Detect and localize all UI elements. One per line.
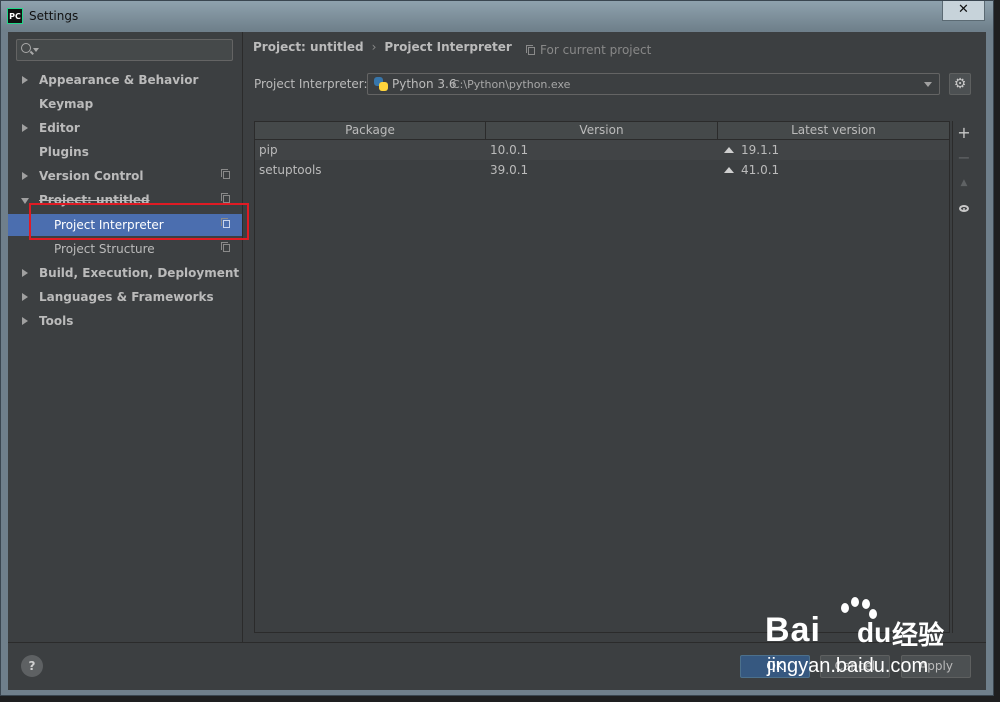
upgrade-available-icon: [724, 147, 734, 153]
expand-arrow-icon[interactable]: [22, 76, 28, 84]
sidebar-item-tools[interactable]: Tools: [8, 310, 242, 332]
project-scope-copy-icon: [221, 169, 230, 179]
sidebar-item-label: Build, Execution, Deployment: [39, 266, 240, 280]
show-early-releases-button[interactable]: [953, 199, 975, 219]
expand-arrow-icon[interactable]: [22, 269, 28, 277]
interpreter-path: C:\Python\python.exe: [452, 78, 571, 91]
sidebar-item-languages-frameworks[interactable]: Languages & Frameworks: [8, 286, 242, 308]
project-scope-copy-icon: [526, 45, 535, 55]
chevron-down-icon: [33, 48, 39, 52]
column-header-package[interactable]: Package: [255, 122, 486, 139]
sidebar-item-plugins[interactable]: Plugins: [8, 141, 242, 163]
remove-package-button[interactable]: −: [953, 148, 975, 168]
project-scope-copy-icon: [221, 193, 230, 203]
table-row[interactable]: setuptools 39.0.1 41.0.1: [255, 160, 949, 180]
interpreter-settings-button[interactable]: ⚙: [949, 73, 971, 95]
annotation-highlight-box: [29, 203, 249, 240]
package-name: setuptools: [259, 163, 322, 177]
search-input[interactable]: [16, 39, 233, 61]
plus-icon: +: [957, 123, 971, 142]
scope-note: For current project: [526, 43, 652, 57]
watermark-bai: Bai: [765, 611, 821, 649]
sidebar-item-label: Editor: [39, 121, 80, 135]
eye-icon: [959, 205, 969, 212]
watermark-url: jingyan.baidu.com: [767, 655, 929, 677]
sidebar-item-project-structure[interactable]: Project Structure: [8, 238, 242, 260]
sidebar-item-label: Keymap: [39, 97, 94, 111]
interpreter-select[interactable]: Python 3.6 C:\Python\python.exe: [367, 73, 940, 95]
close-button[interactable]: ✕: [942, 1, 985, 21]
breadcrumb-current: Project Interpreter: [384, 40, 512, 54]
upgrade-available-icon: [724, 167, 734, 173]
search-icon: [21, 43, 31, 53]
package-toolbar: + − ▲: [952, 121, 975, 633]
watermark-jingyan: 经验: [892, 620, 945, 650]
expand-arrow-icon[interactable]: [22, 317, 28, 325]
add-package-button[interactable]: +: [953, 123, 975, 143]
package-latest-version: 19.1.1: [724, 140, 779, 160]
expand-arrow-icon[interactable]: [22, 172, 28, 180]
sidebar-item-version-control[interactable]: Version Control: [8, 165, 242, 187]
pycharm-app-icon: PC: [7, 8, 23, 24]
column-header-version[interactable]: Version: [486, 122, 718, 139]
package-version: 10.0.1: [490, 143, 529, 157]
title-bar: PC Settings ✕: [1, 1, 993, 31]
breadcrumb: Project: untitled › Project Interpreter: [253, 40, 512, 54]
package-latest-version: 41.0.1: [724, 160, 779, 180]
sidebar-item-build-execution-deployment[interactable]: Build, Execution, Deployment: [8, 262, 242, 284]
scope-note-text: For current project: [540, 43, 652, 57]
upgrade-package-button[interactable]: ▲: [953, 173, 975, 193]
settings-content: Appearance & Behavior Keymap Editor Plug…: [8, 32, 986, 690]
window-title: Settings: [29, 9, 79, 23]
latest-version-value: 19.1.1: [741, 143, 780, 157]
sidebar-item-keymap[interactable]: Keymap: [8, 93, 242, 115]
sidebar-item-label: Plugins: [39, 145, 89, 159]
sidebar-item-appearance-behavior[interactable]: Appearance & Behavior: [8, 69, 242, 91]
watermark-du: du: [857, 617, 892, 648]
chevron-down-icon[interactable]: [924, 82, 932, 87]
baidu-jingyan-watermark: Bai du 经验 jingyan.baidu.com: [765, 595, 985, 685]
minus-icon: −: [957, 148, 971, 167]
python-icon: [374, 77, 388, 91]
sidebar-item-label: Version Control: [39, 169, 144, 183]
upgrade-arrow-icon: ▲: [960, 178, 968, 188]
packages-table: Package Version Latest version pip 10.0.…: [254, 121, 950, 633]
interpreter-name: Python 3.6: [392, 77, 457, 91]
project-scope-copy-icon: [221, 242, 230, 252]
sidebar-item-editor[interactable]: Editor: [8, 117, 242, 139]
collapse-arrow-icon[interactable]: [21, 198, 29, 204]
sidebar-item-label: Languages & Frameworks: [39, 290, 214, 304]
sidebar-item-label: Project Structure: [54, 242, 155, 256]
expand-arrow-icon[interactable]: [22, 124, 28, 132]
interpreter-label: Project Interpreter:: [254, 77, 368, 91]
breadcrumb-parent[interactable]: Project: untitled: [253, 40, 364, 54]
settings-window: PC Settings ✕ Appearance & Behavior Keym…: [0, 0, 994, 696]
expand-arrow-icon[interactable]: [22, 293, 28, 301]
breadcrumb-separator: ›: [371, 40, 377, 54]
settings-sidebar: Appearance & Behavior Keymap Editor Plug…: [8, 32, 243, 642]
table-row[interactable]: pip 10.0.1 19.1.1: [255, 140, 949, 160]
package-name: pip: [259, 143, 278, 157]
column-header-latest-version[interactable]: Latest version: [718, 122, 949, 139]
table-header: Package Version Latest version: [255, 122, 949, 140]
gear-icon: ⚙: [953, 76, 967, 92]
package-version: 39.0.1: [490, 163, 529, 177]
help-button[interactable]: ?: [21, 655, 43, 677]
sidebar-item-label: Appearance & Behavior: [39, 73, 199, 87]
sidebar-item-label: Tools: [39, 314, 74, 328]
latest-version-value: 41.0.1: [741, 163, 780, 177]
